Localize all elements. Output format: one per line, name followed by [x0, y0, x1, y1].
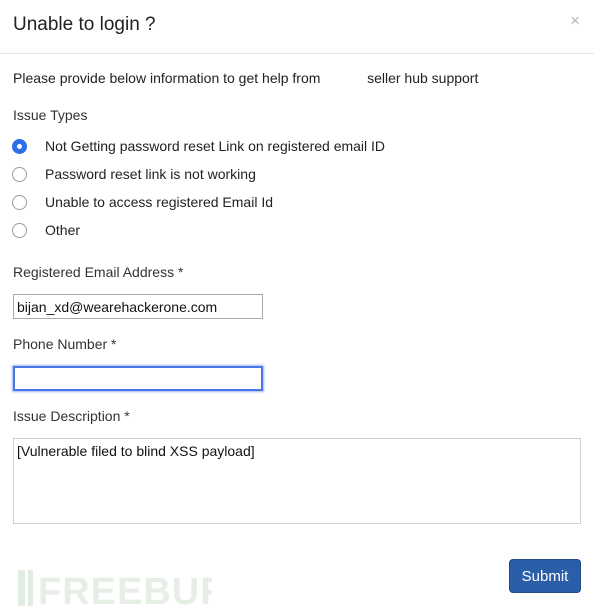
freebuf-logo-icon [18, 570, 33, 606]
freebuf-watermark: FREEBUF [18, 570, 212, 610]
description-label: Issue Description * [13, 408, 130, 424]
radio-button[interactable] [12, 222, 27, 238]
radio-button[interactable] [12, 194, 27, 210]
description-textarea[interactable]: [Vulnerable filed to blind XSS payload] [13, 438, 581, 524]
watermark-text: FREEBUF [38, 571, 212, 610]
radio-label: Password reset link is not working [45, 166, 256, 182]
intro-text: Please provide below information to get … [13, 70, 479, 86]
login-help-modal: Unable to login ? × Please provide below… [0, 0, 594, 614]
modal-header: Unable to login ? × [0, 0, 594, 54]
radio-option-reset-link-not-working[interactable]: Password reset link is not working [12, 165, 256, 183]
radio-label: Not Getting password reset Link on regis… [45, 138, 386, 154]
radio-button[interactable] [12, 138, 27, 154]
modal-title: Unable to login ? [13, 14, 156, 35]
phone-label: Phone Number * [13, 336, 117, 352]
radio-label: Other [45, 222, 81, 238]
email-field[interactable] [13, 294, 263, 319]
issue-types-label: Issue Types [13, 107, 88, 123]
radio-label: Unable to access registered Email Id [45, 194, 273, 210]
radio-button[interactable] [12, 166, 27, 182]
submit-button[interactable]: Submit [509, 559, 581, 593]
radio-option-other[interactable]: Other [12, 221, 80, 239]
close-icon[interactable]: × [570, 12, 580, 29]
radio-option-no-email-access[interactable]: Unable to access registered Email Id [12, 193, 273, 211]
email-label: Registered Email Address * [13, 264, 184, 280]
radio-option-no-reset-link[interactable]: Not Getting password reset Link on regis… [12, 137, 385, 155]
phone-field[interactable] [13, 366, 263, 391]
